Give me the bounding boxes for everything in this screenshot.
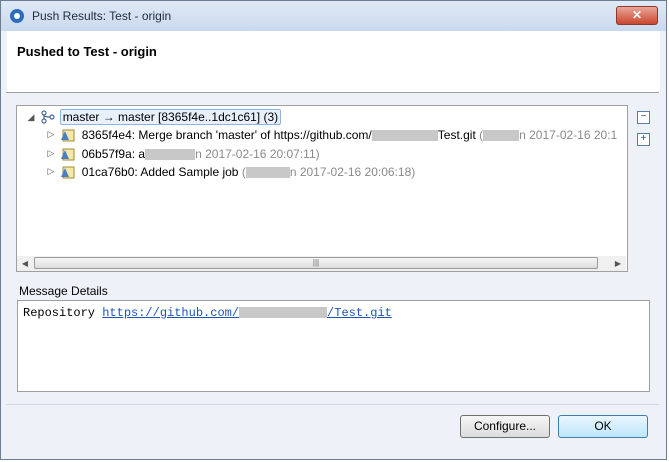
expand-toggle-icon[interactable]: ▷ <box>45 166 57 177</box>
close-button[interactable]: ✕ <box>616 6 658 25</box>
redacted-author <box>483 130 520 142</box>
scroll-right-icon[interactable]: ▶ <box>612 258 624 270</box>
push-results-tree[interactable]: ◢ master → master [8365f4e..1dc1c61] (3)… <box>16 105 628 272</box>
scroll-left-icon[interactable]: ◀ <box>19 258 31 270</box>
redacted-author <box>145 149 196 161</box>
tree-row-commit[interactable]: ▷ 8365f4e4: Merge branch 'master' of htt… <box>45 127 619 145</box>
title-bar: Push Results: Test - origin ✕ <box>1 1 666 31</box>
commit-icon <box>61 129 75 142</box>
redacted-username <box>371 130 438 142</box>
scrollbar-thumb[interactable]: ||| <box>34 257 598 269</box>
footer-divider <box>6 404 659 405</box>
expand-toggle-icon[interactable]: ◢ <box>25 112 37 123</box>
window-title: Push Results: Test - origin <box>32 9 172 23</box>
message-details-label: Message Details <box>19 284 108 298</box>
message-details-text: Repository https://github.com//Test.git <box>23 306 392 320</box>
tree-row-branch[interactable]: ◢ master → master [8365f4e..1dc1c61] (3) <box>25 109 282 127</box>
tree-row-commit[interactable]: ▷ 06b57f9a: an 2017-02-16 20:07:11) <box>45 146 322 164</box>
dialog-header: Pushed to Test - origin <box>7 31 660 93</box>
commit-icon <box>61 166 75 179</box>
expand-toggle-icon[interactable]: ▷ <box>45 129 57 140</box>
repository-link[interactable]: https://github.com//Test.git <box>102 306 392 320</box>
eclipse-app-icon <box>10 9 24 23</box>
horizontal-scrollbar[interactable]: ◀ ||| ▶ <box>17 256 626 271</box>
page-title: Pushed to Test - origin <box>17 44 157 59</box>
collapse-all-button[interactable]: − <box>637 111 650 124</box>
configure-button[interactable]: Configure... <box>460 415 550 438</box>
tree-row-commit[interactable]: ▷ 01ca76b0: Added Sample job (n 2017-02-… <box>45 164 417 182</box>
redacted-author <box>245 167 290 179</box>
commit-message: 01ca76b0: Added Sample job (n 2017-02-16… <box>81 164 416 179</box>
branch-ref-label: master → master [8365f4e..1dc1c61] (3) <box>59 109 282 125</box>
message-details-box[interactable]: Repository https://github.com//Test.git <box>17 300 650 392</box>
commit-message: 8365f4e4: Merge branch 'master' of https… <box>81 127 618 142</box>
header-divider <box>6 92 659 93</box>
branch-icon <box>41 110 55 124</box>
commit-message: 06b57f9a: an 2017-02-16 20:07:11) <box>81 146 320 161</box>
expand-all-button[interactable]: + <box>637 133 650 146</box>
expand-toggle-icon[interactable]: ▷ <box>45 148 57 159</box>
commit-icon <box>61 148 75 161</box>
redacted-username <box>239 307 328 319</box>
ok-button[interactable]: OK <box>558 415 648 438</box>
